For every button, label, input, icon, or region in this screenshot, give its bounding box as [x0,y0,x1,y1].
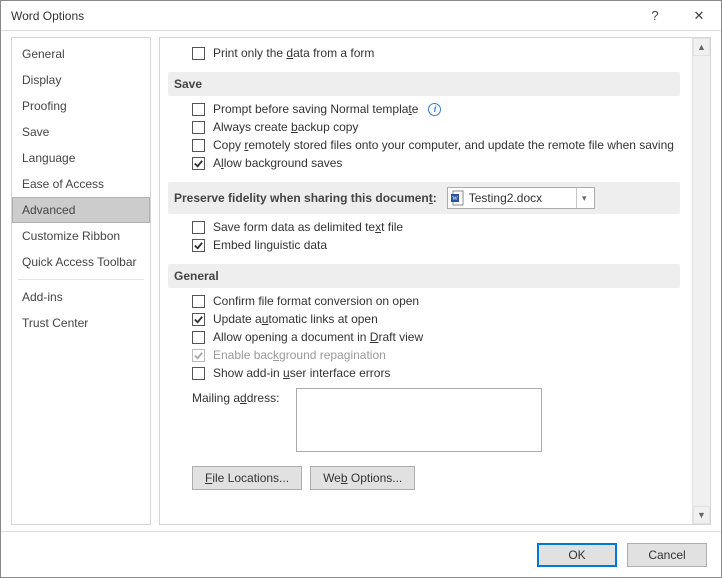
print-only-data-checkbox[interactable] [192,47,205,60]
update-auto-links-checkbox[interactable] [192,313,205,326]
confirm-file-format-row[interactable]: Confirm file format conversion on open [192,292,682,310]
update-auto-links-label: Update automatic links at open [213,312,378,326]
allow-background-saves-label: Allow background saves [213,156,342,170]
sidebar-item-display[interactable]: Display [12,67,150,93]
save-form-data-delimited-row[interactable]: Save form data as delimited text file [192,218,682,236]
prompt-save-normal-template-row[interactable]: Prompt before saving Normal template i [192,100,682,118]
general-section-header: General [168,264,680,288]
chevron-down-icon: ▾ [576,188,592,208]
sidebar-item-ease-of-access[interactable]: Ease of Access [12,171,150,197]
close-button[interactable]: ✕ [677,1,721,31]
print-only-data-from-form-row[interactable]: Print only the data from a form [192,44,682,62]
word-doc-icon: W [450,190,466,206]
allow-background-saves-row[interactable]: Allow background saves [192,154,682,172]
save-form-data-delimited-label: Save form data as delimited text file [213,220,403,234]
embed-linguistic-data-label: Embed linguistic data [213,238,327,252]
sidebar-item-advanced[interactable]: Advanced [12,197,150,223]
enable-background-repagination-checkbox [192,349,205,362]
sidebar-item-trust-center[interactable]: Trust Center [12,310,150,336]
copy-remote-files-label: Copy remotely stored files onto your com… [213,138,674,152]
sidebar-item-customize-ribbon[interactable]: Customize Ribbon [12,223,150,249]
sidebar-item-save[interactable]: Save [12,119,150,145]
svg-text:W: W [452,196,458,202]
show-addin-ui-errors-row[interactable]: Show add-in user interface errors [192,364,682,382]
mailing-address-row: Mailing address: [192,386,682,454]
scroll-up-button[interactable]: ▲ [693,38,710,56]
save-form-data-delimited-checkbox[interactable] [192,221,205,234]
print-only-data-label: Print only the data from a form [213,46,374,60]
save-section-header: Save [168,72,680,96]
mailing-address-label: Mailing address: [192,388,288,405]
sidebar-item-proofing[interactable]: Proofing [12,93,150,119]
preserve-fidelity-header-text: Preserve fidelity when sharing this docu… [174,191,437,205]
scroll-track[interactable] [693,56,710,506]
preserve-fidelity-doc-name: Testing2.docx [469,191,576,205]
preserve-fidelity-header: Preserve fidelity when sharing this docu… [168,182,680,214]
allow-open-draft-view-label: Allow opening a document in Draft view [213,330,423,344]
embed-linguistic-data-row[interactable]: Embed linguistic data [192,236,682,254]
ok-button[interactable]: OK [537,543,617,567]
sidebar: General Display Proofing Save Language E… [11,37,151,525]
always-create-backup-row[interactable]: Always create backup copy [192,118,682,136]
copy-remote-files-row[interactable]: Copy remotely stored files onto your com… [192,136,682,154]
confirm-file-format-label: Confirm file format conversion on open [213,294,419,308]
show-addin-ui-errors-checkbox[interactable] [192,367,205,380]
cancel-button[interactable]: Cancel [627,543,707,567]
sidebar-item-quick-access-toolbar[interactable]: Quick Access Toolbar [12,249,150,275]
show-addin-ui-errors-label: Show add-in user interface errors [213,366,390,380]
sidebar-separator [18,279,144,280]
copy-remote-files-checkbox[interactable] [192,139,205,152]
update-auto-links-row[interactable]: Update automatic links at open [192,310,682,328]
mailing-address-textarea[interactable] [296,388,542,452]
always-create-backup-label: Always create backup copy [213,120,358,134]
sidebar-item-add-ins[interactable]: Add-ins [12,284,150,310]
confirm-file-format-checkbox[interactable] [192,295,205,308]
window-title: Word Options [11,9,633,23]
file-locations-button[interactable]: File Locations... [192,466,302,490]
prompt-save-normal-checkbox[interactable] [192,103,205,116]
info-icon[interactable]: i [428,103,441,116]
help-button[interactable]: ? [633,1,677,31]
web-options-button[interactable]: Web Options... [310,466,415,490]
sidebar-item-language[interactable]: Language [12,145,150,171]
embed-linguistic-data-checkbox[interactable] [192,239,205,252]
sidebar-item-general[interactable]: General [12,41,150,67]
prompt-save-normal-label: Prompt before saving Normal template [213,102,418,116]
always-create-backup-checkbox[interactable] [192,121,205,134]
preserve-fidelity-document-dropdown[interactable]: W Testing2.docx ▾ [447,187,595,209]
vertical-scrollbar[interactable]: ▲ ▼ [692,38,710,524]
allow-open-draft-view-row[interactable]: Allow opening a document in Draft view [192,328,682,346]
allow-open-draft-view-checkbox[interactable] [192,331,205,344]
options-panel: Print only the data from a form Save Pro… [159,37,711,525]
enable-background-repagination-label: Enable background repagination [213,348,386,362]
scroll-down-button[interactable]: ▼ [693,506,710,524]
enable-background-repagination-row: Enable background repagination [192,346,682,364]
allow-background-saves-checkbox[interactable] [192,157,205,170]
